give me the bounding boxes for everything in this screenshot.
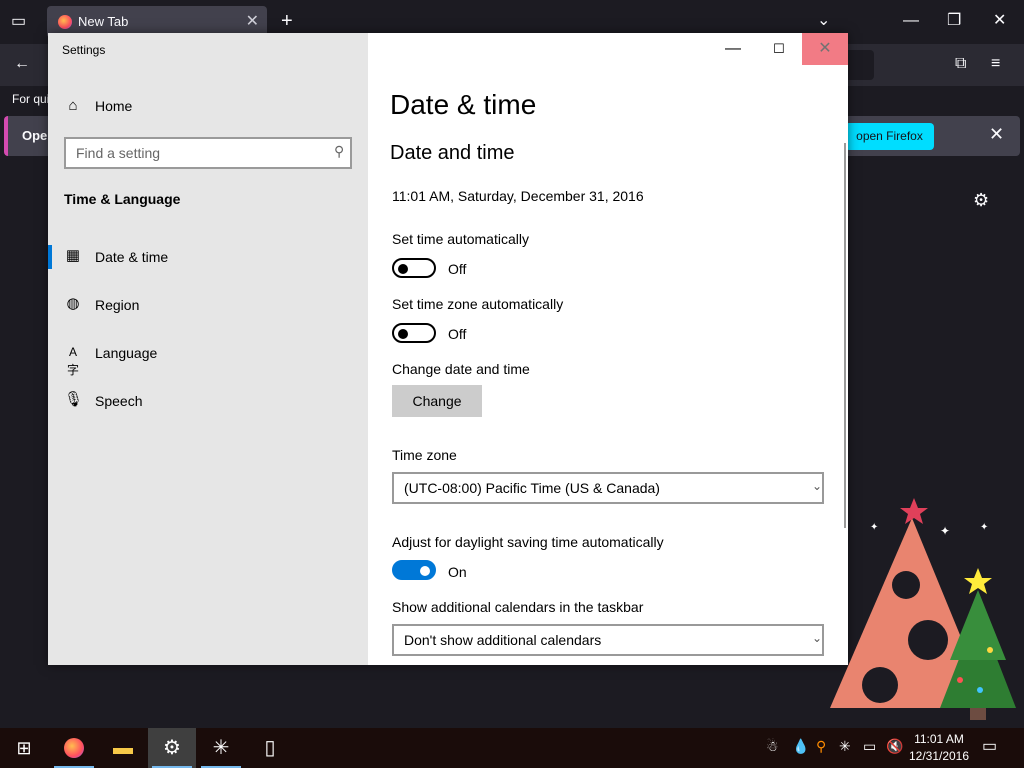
calendars-select[interactable]: Don't show additional calendars ⌄ <box>392 624 824 656</box>
taskbar-clock[interactable]: 11:01 AM 12/31/2016 <box>902 731 976 765</box>
christmas-tree-top <box>950 590 1006 660</box>
search-icon[interactable]: ⚲ <box>334 143 344 160</box>
ornament-hole <box>908 620 948 660</box>
firefox-taskbar-icon[interactable] <box>50 728 98 768</box>
change-button[interactable]: Change <box>392 385 482 417</box>
sparkle-icon: ✦ <box>940 524 950 538</box>
back-arrow-icon[interactable]: ← <box>14 54 30 74</box>
home-label: Home <box>95 98 133 114</box>
set-tz-auto-label: Set time zone automatically <box>392 296 564 312</box>
sidebar-item-label: Speech <box>95 393 143 409</box>
tab-close-icon[interactable]: ✕ <box>246 11 259 31</box>
tree-trunk <box>970 708 986 720</box>
star-icon <box>900 498 928 524</box>
minimize-icon[interactable]: — <box>903 11 919 31</box>
timezone-label: Time zone <box>392 447 457 463</box>
sidebar-item-label: Date & time <box>95 249 169 265</box>
start-windows-icon[interactable]: ⊞ <box>0 728 48 768</box>
document-app-icon[interactable]: ▯ <box>246 728 294 768</box>
ornament-hole <box>892 571 920 599</box>
file-explorer-icon[interactable]: ▬ <box>99 728 147 768</box>
current-datetime: 11:01 AM, Saturday, December 31, 2016 <box>392 188 644 204</box>
notice-close-icon[interactable]: ✕ <box>989 124 1004 145</box>
settings-window: Settings ⌂ Home ⚲ Time & Language ▦ Date… <box>48 33 848 665</box>
section-label: Time & Language <box>64 191 181 207</box>
close-icon[interactable]: ✕ <box>993 11 1006 31</box>
sparkle-icon: ✦ <box>980 522 988 533</box>
notification-icon[interactable]: ▭ <box>982 736 997 756</box>
bookmarks-text: For qui <box>12 92 50 106</box>
set-time-auto-toggle[interactable] <box>392 258 436 278</box>
tab-title: New Tab <box>78 14 129 29</box>
new-tab-button[interactable]: + <box>281 11 293 31</box>
firefox-logo-icon <box>58 15 72 29</box>
set-time-auto-label: Set time automatically <box>392 231 529 247</box>
user-tray-icon[interactable]: ☃ <box>766 738 779 755</box>
ornament <box>977 687 983 693</box>
dst-label: Adjust for daylight saving time automati… <box>392 534 664 550</box>
set-tz-auto-toggle[interactable] <box>392 323 436 343</box>
ornament <box>987 647 993 653</box>
taskbar: ⊞ ▬ ⚙ ✳ ▯ ☃ 💧 ⚲ ✳ ▭ 🔇 11:01 AM 12/31/201… <box>0 728 1024 768</box>
toggle-knob <box>420 566 430 576</box>
list-tabs-chevron-icon[interactable]: ⌄ <box>817 11 830 31</box>
extensions-icon[interactable]: ⧉ <box>955 54 966 74</box>
toggle-knob <box>398 329 408 339</box>
change-date-time-label: Change date and time <box>392 361 530 377</box>
tab-overview-icon[interactable]: ▭ <box>11 12 26 32</box>
globe-icon: ◍ <box>66 295 80 312</box>
microphone-icon: 🎙 <box>64 391 84 408</box>
snowflake-tray-icon[interactable]: ✳ <box>839 738 851 755</box>
drop-tray-icon[interactable]: 💧 <box>792 738 809 755</box>
menu-icon[interactable]: ≡ <box>991 54 1000 74</box>
minimize-icon[interactable]: — <box>710 33 756 65</box>
close-icon[interactable]: ✕ <box>802 33 848 65</box>
clock-time: 11:01 AM <box>914 732 964 746</box>
sidebar-item-label: Region <box>95 297 140 313</box>
desktop: { "firefox": { "tab_title": "New Tab", "… <box>0 0 1024 768</box>
dst-state: On <box>448 564 467 580</box>
timezone-value: (UTC-08:00) Pacific Time (US & Canada) <box>404 480 660 496</box>
settings-taskbar-icon[interactable]: ⚙ <box>148 728 196 768</box>
url-bar[interactable] <box>846 50 874 80</box>
ornament-hole <box>862 667 898 703</box>
gear-icon[interactable]: ⚙ <box>973 190 989 211</box>
dst-toggle[interactable] <box>392 560 436 580</box>
sidebar-item-label: Language <box>95 345 158 361</box>
timezone-select[interactable]: (UTC-08:00) Pacific Time (US & Canada) ⌄ <box>392 472 824 504</box>
volume-muted-icon[interactable]: 🔇 <box>886 738 903 755</box>
settings-sidebar: Settings ⌂ Home ⚲ Time & Language ▦ Date… <box>48 33 368 665</box>
sidebar-item-language[interactable]: A字 Language <box>48 331 368 377</box>
language-icon: A字 <box>66 345 79 377</box>
snowflake-app-icon[interactable]: ✳ <box>197 728 245 768</box>
calendars-value: Don't show additional calendars <box>404 632 602 648</box>
sidebar-item-home[interactable]: ⌂ Home <box>48 89 368 123</box>
section-title: Date and time <box>390 142 515 164</box>
open-firefox-button[interactable]: open Firefox <box>845 123 934 150</box>
search-box[interactable]: ⚲ <box>64 137 352 169</box>
search-input[interactable] <box>76 144 316 162</box>
sidebar-item-region[interactable]: ◍ Region <box>48 283 368 323</box>
christmas-tree-decoration: ✦ ✦ ✦ <box>830 498 1016 720</box>
toggle-knob <box>398 264 408 274</box>
network-tray-icon[interactable]: ▭ <box>863 738 876 755</box>
set-time-auto-state: Off <box>448 261 467 277</box>
restore-icon[interactable]: ❐ <box>947 11 961 31</box>
sparkle-icon: ✦ <box>870 522 878 533</box>
sidebar-item-date-time[interactable]: ▦ Date & time <box>48 235 368 275</box>
maximize-icon[interactable]: ☐ <box>756 33 802 65</box>
ornament <box>957 677 963 683</box>
scrollbar[interactable] <box>844 143 846 528</box>
settings-main: — ☐ ✕ Date & time Date and time 11:01 AM… <box>368 33 848 665</box>
calendar-clock-icon: ▦ <box>65 247 81 264</box>
sidebar-item-speech[interactable]: 🎙 Speech <box>48 379 368 419</box>
calendars-label: Show additional calendars in the taskbar <box>392 599 644 615</box>
home-icon: ⌂ <box>68 97 78 114</box>
search-tray-icon[interactable]: ⚲ <box>816 738 826 755</box>
clock-date: 12/31/2016 <box>908 749 970 763</box>
set-tz-auto-state: Off <box>448 326 467 342</box>
window-title: Settings <box>62 43 106 57</box>
page-title: Date & time <box>390 89 537 120</box>
